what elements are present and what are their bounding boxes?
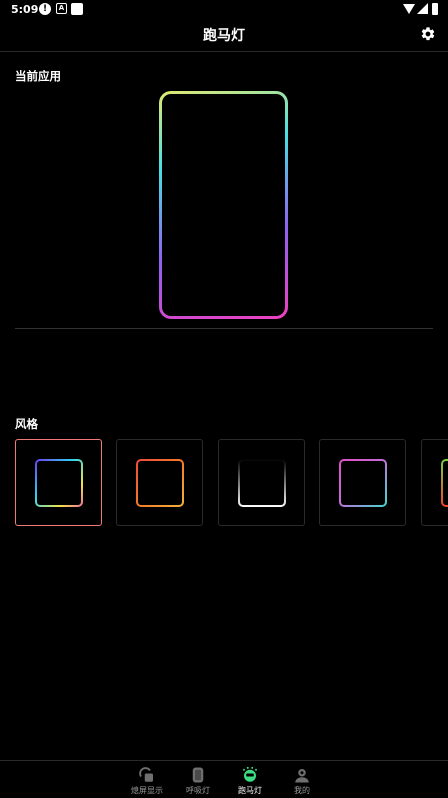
style-option-3[interactable] (218, 439, 305, 526)
style-swatch (441, 459, 448, 507)
battery-icon (432, 3, 438, 15)
preview-screen (162, 94, 285, 316)
nav-item-marquee[interactable]: 跑马灯 (222, 764, 278, 798)
divider (15, 328, 433, 329)
aod-icon (139, 767, 153, 782)
style-option-1[interactable] (15, 439, 102, 526)
nav-label: 呼吸灯 (186, 786, 210, 795)
alert-circle-icon: ! (39, 3, 51, 15)
marquee-icon (243, 766, 257, 782)
style-option-5[interactable] (421, 439, 448, 526)
app-bar: 跑马灯 (0, 20, 448, 52)
a-box-icon: A (56, 3, 67, 14)
breathing-light-icon (192, 767, 204, 783)
nav-label: 跑马灯 (238, 786, 262, 795)
status-bar: 5:09 ! A (0, 0, 448, 20)
style-list[interactable] (15, 439, 448, 527)
style-option-2[interactable] (116, 439, 203, 526)
nav-item-aod[interactable]: 熄屏显示 (119, 764, 175, 798)
marquee-preview (159, 91, 288, 319)
style-swatch (35, 459, 83, 507)
current-app-label: 当前应用 (15, 69, 61, 83)
nav-item-breathing-light[interactable]: 呼吸灯 (170, 764, 226, 798)
bottom-nav: 熄屏显示 呼吸灯 跑马灯 我的 (0, 760, 448, 798)
nav-label: 我的 (294, 786, 310, 795)
page-title: 跑马灯 (203, 28, 245, 44)
style-swatch (238, 459, 286, 507)
profile-icon (295, 769, 309, 783)
square-icon (71, 3, 83, 15)
signal-icon (417, 3, 428, 14)
style-swatch (136, 459, 184, 507)
nav-label: 熄屏显示 (131, 786, 163, 795)
style-option-4[interactable] (319, 439, 406, 526)
settings-button[interactable] (420, 26, 436, 42)
nav-item-profile[interactable]: 我的 (274, 764, 330, 798)
style-swatch (339, 459, 387, 507)
status-time: 5:09 (11, 3, 39, 16)
gear-icon (421, 27, 435, 41)
style-label: 风格 (15, 417, 38, 431)
wifi-icon (403, 4, 415, 14)
